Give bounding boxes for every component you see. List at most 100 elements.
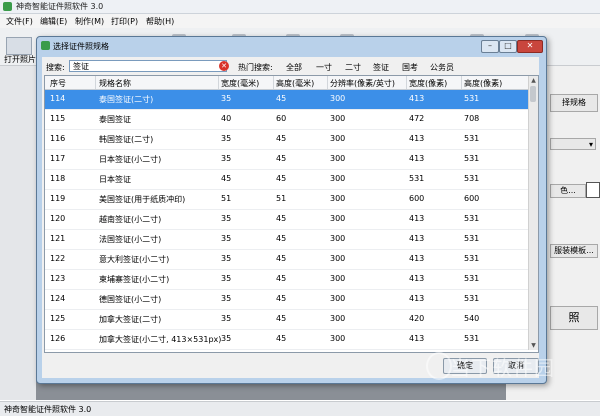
table-cell: 531 [464,254,480,263]
table-cell: 韩国签证(二寸) [99,135,154,144]
col-header[interactable]: 高度(像素) [464,78,502,89]
hot-search-item[interactable]: 签证 [373,62,389,73]
table-cell: 300 [330,114,346,123]
color-swatch[interactable] [586,182,600,198]
clothing-template-button[interactable]: 服装模板... [550,244,598,258]
scroll-up-icon[interactable]: ▲ [529,76,538,85]
table-cell: 60 [276,114,287,123]
table-cell: 51 [276,194,287,203]
scroll-down-icon[interactable]: ▼ [529,341,538,350]
table-row[interactable]: 126 加拿大签证(小二寸, 413×531px) 35 45 300 413 531 [45,330,528,350]
table-cell: 加拿大签证(二寸) [99,315,162,324]
table-cell: 531 [464,274,480,283]
table-cell: 531 [464,334,480,343]
table-row[interactable]: 115 泰国签证 40 60 300 472 708 [45,110,528,130]
table-cell: 加拿大签证(小二寸, 413×531px) [99,335,222,344]
color-button[interactable]: 色... [550,184,586,198]
table-cell: 45 [276,334,287,343]
table-cell: 121 [50,234,66,243]
table-row[interactable]: 122 意大利签证(小二寸) 35 45 300 413 531 [45,250,528,270]
table-cell: 600 [409,194,425,203]
select-spec-button[interactable]: 择规格 [550,94,598,112]
col-header[interactable]: 宽度(像素) [409,78,447,89]
table-cell: 119 [50,194,66,203]
table-cell: 35 [221,234,232,243]
table-row[interactable]: 124 德国签证(小二寸) 35 45 300 413 531 [45,290,528,310]
hot-search-item[interactable]: 一寸 [316,62,332,73]
table-row[interactable]: 119 美国签证(用于纸质冲印) 51 51 300 600 600 [45,190,528,210]
table-cell: 118 [50,174,66,183]
hot-search-label: 热门搜索: [238,63,273,72]
table-cell: 472 [409,114,425,123]
table-cell: 45 [276,214,287,223]
table-cell: 531 [464,294,480,303]
table-cell: 531 [464,154,480,163]
col-header[interactable]: 规格名称 [99,78,131,89]
table-row[interactable]: 117 日本签证(小二寸) 35 45 300 413 531 [45,150,528,170]
make-photo-button[interactable]: 照 [550,306,598,330]
table-cell: 600 [464,194,480,203]
table-cell: 413 [409,94,425,103]
search-input[interactable]: 签证 [69,60,227,72]
table-cell: 泰国签证(二寸) [99,95,154,104]
search-bar: 搜索: 签证 ✕ 热门搜索: 全部 一寸 二寸 签证 国考 公务员 [42,59,539,75]
table-cell: 114 [50,94,66,103]
hot-search-item[interactable]: 全部 [286,62,302,73]
table-cell: 413 [409,334,425,343]
table-cell: 45 [276,294,287,303]
hot-search-item[interactable]: 公务员 [430,62,454,73]
left-panel [0,66,36,400]
table-cell: 413 [409,254,425,263]
menu-bar: 文件(F) 编辑(E) 制作(M) 打印(P) 帮助(H) [0,14,600,28]
table-cell: 35 [221,274,232,283]
close-icon[interactable]: ✕ [517,40,543,53]
table-row[interactable]: 125 加拿大签证(二寸) 35 45 300 420 540 [45,310,528,330]
hot-search-item[interactable]: 国考 [402,62,418,73]
scroll-thumb[interactable] [530,86,536,102]
table-row[interactable]: 116 韩国签证(二寸) 35 45 300 413 531 [45,130,528,150]
minimize-icon[interactable]: – [481,40,499,53]
menu-print[interactable]: 打印(P) [111,16,138,27]
clear-search-icon[interactable]: ✕ [219,61,229,71]
table-cell: 300 [330,134,346,143]
table-row[interactable]: 114 泰国签证(二寸) 35 45 300 413 531 [45,90,528,110]
table-cell: 35 [221,314,232,323]
table-cell: 413 [409,214,425,223]
table-cell: 531 [464,94,480,103]
table-cell: 日本签证 [99,175,131,184]
table-row[interactable]: 120 越南签证(小二寸) 35 45 300 413 531 [45,210,528,230]
table-cell: 51 [221,194,232,203]
table-row[interactable]: 118 日本签证 45 45 300 531 531 [45,170,528,190]
table-cell: 35 [221,214,232,223]
menu-edit[interactable]: 编辑(E) [40,16,67,27]
spec-dropdown[interactable]: ▾ [550,138,596,150]
table-cell: 35 [221,94,232,103]
table-cell: 531 [409,174,425,183]
table-cell: 420 [409,314,425,323]
menu-make[interactable]: 制作(M) [75,16,104,27]
table-cell: 45 [276,174,287,183]
maximize-icon[interactable]: □ [499,40,517,53]
table-cell: 35 [221,294,232,303]
table-row[interactable]: 123 柬埔寨签证(小二寸) 35 45 300 413 531 [45,270,528,290]
col-header[interactable]: 序号 [50,78,66,89]
open-photo-label[interactable]: 打开照片 [4,54,36,65]
table-cell: 35 [221,134,232,143]
open-photo-icon[interactable] [6,37,32,55]
table-cell: 708 [464,114,480,123]
table-cell: 300 [330,314,346,323]
table-cell: 300 [330,334,346,343]
vertical-scrollbar[interactable]: ▲ ▼ [528,76,538,350]
col-header[interactable]: 分辨率(像素/英寸) [330,78,395,89]
table-cell: 300 [330,94,346,103]
status-text: 神奇智能证件照软件 3.0 [4,405,92,414]
table-row[interactable]: 121 法国签证(小二寸) 35 45 300 413 531 [45,230,528,250]
hot-search-item[interactable]: 二寸 [345,62,361,73]
col-header[interactable]: 宽度(毫米) [221,78,259,89]
table-cell: 300 [330,294,346,303]
table-cell: 45 [221,174,232,183]
menu-help[interactable]: 帮助(H) [146,16,174,27]
menu-file[interactable]: 文件(F) [6,16,33,27]
col-header[interactable]: 高度(毫米) [276,78,314,89]
table-cell: 300 [330,234,346,243]
